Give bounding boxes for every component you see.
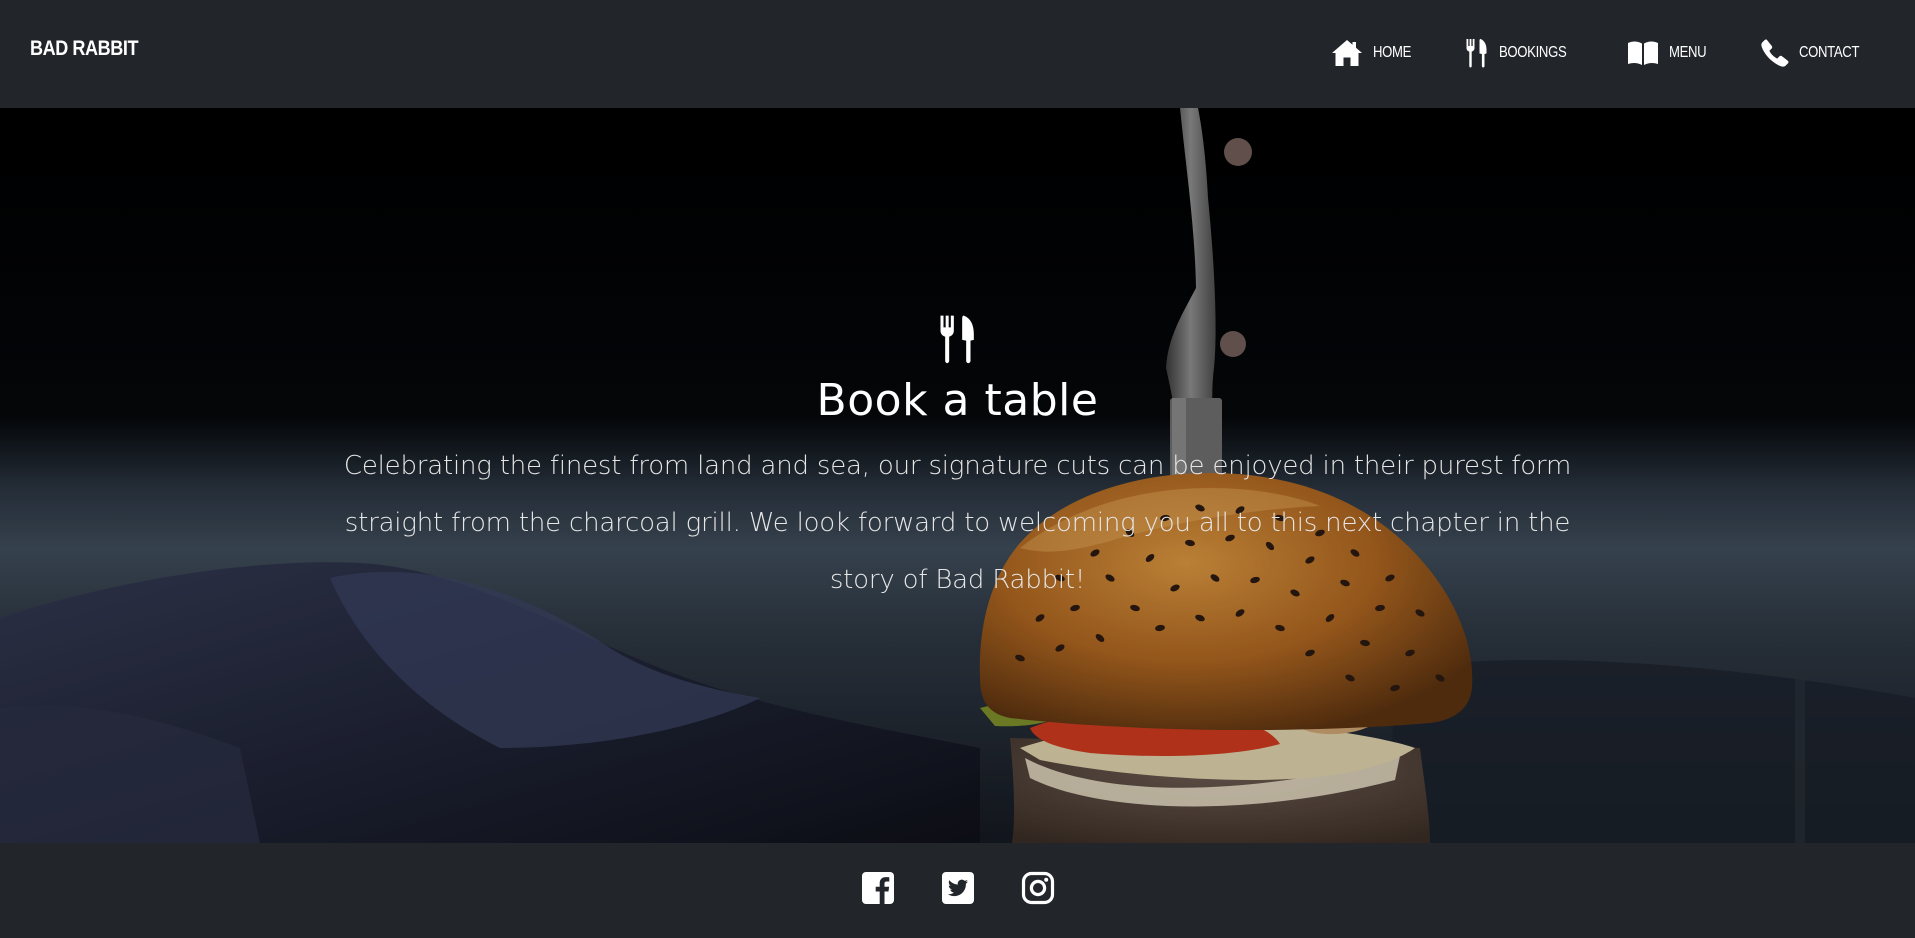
instagram-link[interactable] — [1021, 871, 1055, 905]
hero-content: Book a table Celebrating the finest from… — [0, 314, 1915, 609]
nav-label-bookings: BOOKINGS — [1498, 44, 1567, 61]
twitter-icon — [941, 872, 974, 904]
utensils-icon — [1465, 38, 1489, 68]
utensils-icon — [937, 314, 979, 366]
facebook-icon — [861, 872, 894, 904]
facebook-link[interactable] — [861, 871, 895, 905]
twitter-link[interactable] — [941, 871, 975, 905]
navbar: BAD RABBIT HOME BOOKINGS MENU CONTACT — [0, 0, 1915, 108]
hero-description: Celebrating the finest from land and sea… — [343, 451, 1572, 595]
nav-item-bookings[interactable]: BOOKINGS — [1465, 38, 1581, 68]
nav-label-home: HOME — [1372, 44, 1411, 61]
nav-item-contact[interactable]: CONTACT — [1761, 39, 1872, 67]
home-icon — [1331, 39, 1363, 67]
hero-section: Book a table Celebrating the finest from… — [0, 108, 1915, 843]
nav-label-contact: CONTACT — [1798, 44, 1859, 61]
instagram-icon — [1021, 871, 1054, 905]
social-links — [0, 871, 1915, 905]
phone-icon — [1761, 39, 1789, 67]
footer — [0, 843, 1915, 938]
open-book-icon — [1627, 40, 1659, 66]
nav-item-menu[interactable]: MENU — [1627, 40, 1715, 66]
nav-label-menu: MENU — [1669, 44, 1707, 61]
main-nav: HOME BOOKINGS MENU CONTACT — [1285, 38, 1872, 68]
nav-item-home[interactable]: HOME — [1331, 39, 1419, 67]
page-title: Book a table — [816, 375, 1099, 426]
brand-logo[interactable]: BAD RABBIT — [30, 37, 138, 61]
